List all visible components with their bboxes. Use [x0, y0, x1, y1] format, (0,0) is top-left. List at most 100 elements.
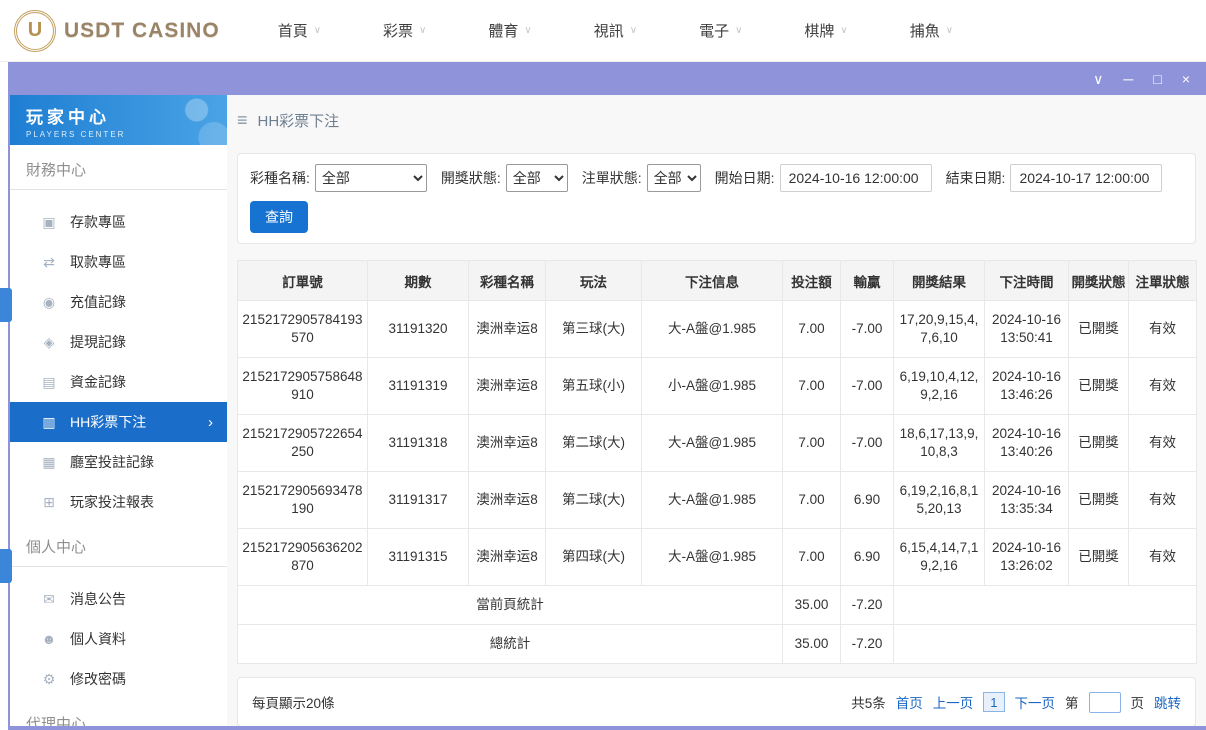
table-row: 2152172905636202870 31191315 澳洲幸运8 第四球(大… — [237, 528, 1197, 586]
lottery-bet-icon: ▥ — [42, 413, 56, 430]
nav-item-label: 彩票 — [383, 23, 414, 40]
sidebar-item-label: 充值記錄 — [70, 294, 126, 310]
announcement-icon: ✉ — [43, 590, 55, 607]
nav-item-label: 視訊 — [593, 23, 624, 40]
table-cell: -7.00 — [840, 357, 894, 415]
summary-empty — [893, 585, 1197, 625]
jump-button[interactable]: 跳转 — [1154, 692, 1181, 712]
table-cell: 小-A盤@1.985 — [641, 357, 783, 415]
end-date-input[interactable] — [1010, 164, 1163, 192]
sidebar-item-withdrawal-record[interactable]: ◈ 提現記錄 — [10, 322, 227, 362]
sidebar-item-player-bet-report[interactable]: ⊞ 玩家投注報表 — [10, 482, 227, 522]
sidebar-item-hall-bet-record[interactable]: ▦ 廳室投註記錄 — [10, 442, 227, 482]
sidebar-header: 玩家中心 PLAYERS CENTER — [10, 95, 227, 145]
page-title: HH彩票下注 — [257, 112, 340, 130]
table-cell: 2152172905758648910 — [237, 357, 368, 415]
table-cell: 31191318 — [367, 414, 469, 472]
sidebar-item-label: 資金記錄 — [70, 374, 126, 390]
table-cell: 7.00 — [782, 357, 841, 415]
nav-item-live[interactable]: 視訊 ∨ — [594, 20, 637, 41]
nav-item-slots[interactable]: 電子 ∨ — [699, 20, 742, 41]
table-cell: 有效 — [1128, 357, 1197, 415]
floating-widget-top[interactable] — [0, 288, 12, 322]
window-maximize-button[interactable]: □ — [1153, 72, 1161, 86]
player-center-window: ∨ ─ □ × 玩家中心 PLAYERS CENTER 財務中心 ▣ 存款專區 … — [8, 62, 1206, 730]
section-personal-center: 個人中心 — [10, 522, 227, 567]
table-cell: 6,15,4,14,7,19,2,16 — [893, 528, 985, 586]
sidebar-subtitle: PLAYERS CENTER — [26, 130, 126, 139]
nav-item-sports[interactable]: 體育 ∨ — [488, 20, 531, 41]
col-header-bet-amount: 投注額 — [782, 260, 841, 301]
password-icon: ⚙ — [42, 670, 56, 687]
draw-status-select[interactable]: 全部 — [505, 164, 568, 192]
col-header-win-loss: 輸贏 — [840, 260, 894, 301]
sidebar-item-deposit[interactable]: ▣ 存款專區 — [10, 202, 227, 242]
sidebar-item-profile[interactable]: ☻ 個人資料 — [10, 619, 227, 659]
page-jump-input[interactable] — [1088, 691, 1121, 713]
col-header-lottery-name: 彩種名稱 — [468, 260, 546, 301]
window-collapse-button[interactable]: ∨ — [1093, 72, 1103, 86]
lottery-select[interactable]: 全部 — [314, 164, 427, 192]
sidebar-item-announcements[interactable]: ✉ 消息公告 — [10, 579, 227, 619]
window-minimize-button[interactable]: ─ — [1123, 72, 1133, 86]
nav-item-home[interactable]: 首頁 ∨ — [278, 20, 321, 41]
chevron-right-icon: › — [208, 413, 213, 431]
sidebar-item-change-password[interactable]: ⚙ 修改密碼 — [10, 659, 227, 699]
chevron-down-icon: ∨ — [735, 25, 743, 36]
col-header-order-no: 訂單號 — [237, 260, 368, 301]
table-cell: 第四球(大) — [545, 528, 642, 586]
col-header-draw-result: 開獎結果 — [893, 260, 985, 301]
sidebar-item-funds-record[interactable]: ▤ 資金記錄 — [10, 362, 227, 402]
table-cell: 已開獎 — [1068, 471, 1129, 529]
main-menu: 首頁 ∨ 彩票 ∨ 體育 ∨ 視訊 ∨ 電子 ∨ 棋牌 ∨ 捕魚 ∨ — [278, 20, 953, 41]
table-cell: 2152172905722654250 — [237, 414, 368, 472]
start-date-input[interactable] — [779, 164, 932, 192]
search-button[interactable]: 查詢 — [250, 201, 308, 233]
chevron-down-icon: ∨ — [313, 25, 322, 36]
sidebar-item-withdraw[interactable]: ⇄ 取款專區 — [10, 242, 227, 282]
order-status-label: 注單狀態: — [581, 170, 642, 186]
table-cell: -7.00 — [840, 414, 894, 472]
prev-page-link[interactable]: 上一页 — [933, 692, 974, 712]
table-cell: 有效 — [1128, 300, 1197, 358]
profile-icon: ☻ — [41, 631, 57, 647]
chevron-down-icon: ∨ — [945, 25, 954, 36]
sidebar-item-recharge-record[interactable]: ◉ 充值記錄 — [10, 282, 227, 322]
window-close-button[interactable]: × — [1182, 72, 1190, 86]
table-cell: 澳洲幸运8 — [468, 357, 546, 415]
summary-label: 總統計 — [237, 624, 783, 664]
table-cell: 6.90 — [840, 471, 894, 529]
table-cell: 澳洲幸运8 — [468, 300, 546, 358]
table-cell: 7.00 — [782, 471, 841, 529]
next-page-link[interactable]: 下一页 — [1015, 692, 1056, 712]
menu-toggle-icon[interactable]: ≡ — [237, 110, 248, 131]
logo-text: USDT CASINO — [64, 18, 220, 42]
table-cell: 2024-10-16 13:35:34 — [984, 471, 1069, 529]
nav-item-label: 體育 — [488, 23, 519, 40]
total-count-text: 共5条 — [851, 696, 886, 711]
sidebar-item-label: 廳室投註記錄 — [70, 454, 154, 470]
current-page-indicator[interactable]: 1 — [983, 692, 1005, 712]
first-page-link[interactable]: 首页 — [896, 692, 923, 712]
table-cell: 有效 — [1128, 471, 1197, 529]
deposit-icon: ▣ — [42, 213, 56, 230]
col-header-draw-status: 開獎狀態 — [1068, 260, 1129, 301]
end-date-label: 結束日期: — [945, 170, 1006, 186]
site-logo[interactable]: U USDT CASINO — [14, 9, 220, 52]
sidebar-item-label: HH彩票下注 — [70, 414, 147, 430]
floating-widget-bottom[interactable] — [0, 549, 12, 583]
table-footer: 每頁顯示20條 共5条 首页 上一页 1 下一页 第 页 跳转 — [237, 677, 1196, 726]
table-cell: 已開獎 — [1068, 357, 1129, 415]
section-finance-center: 財務中心 — [10, 145, 227, 190]
nav-item-fishing[interactable]: 捕魚 ∨ — [910, 20, 953, 41]
nav-item-lottery[interactable]: 彩票 ∨ — [383, 20, 426, 41]
table-row: 2152172905784193570 31191320 澳洲幸运8 第三球(大… — [237, 300, 1197, 358]
top-navigation: U USDT CASINO 首頁 ∨ 彩票 ∨ 體育 ∨ 視訊 ∨ 電子 ∨ 棋… — [0, 0, 1206, 62]
lottery-name-label: 彩種名稱: — [250, 170, 310, 186]
start-date-label: 開始日期: — [714, 170, 775, 186]
sidebar-item-hh-lottery-bet[interactable]: ▥ HH彩票下注 › — [10, 402, 227, 442]
jump-prefix-text: 第 — [1065, 696, 1079, 711]
nav-item-cards[interactable]: 棋牌 ∨ — [804, 20, 847, 41]
order-status-select[interactable]: 全部 — [646, 164, 701, 192]
page-size-text: 每頁顯示20條 — [252, 696, 335, 711]
